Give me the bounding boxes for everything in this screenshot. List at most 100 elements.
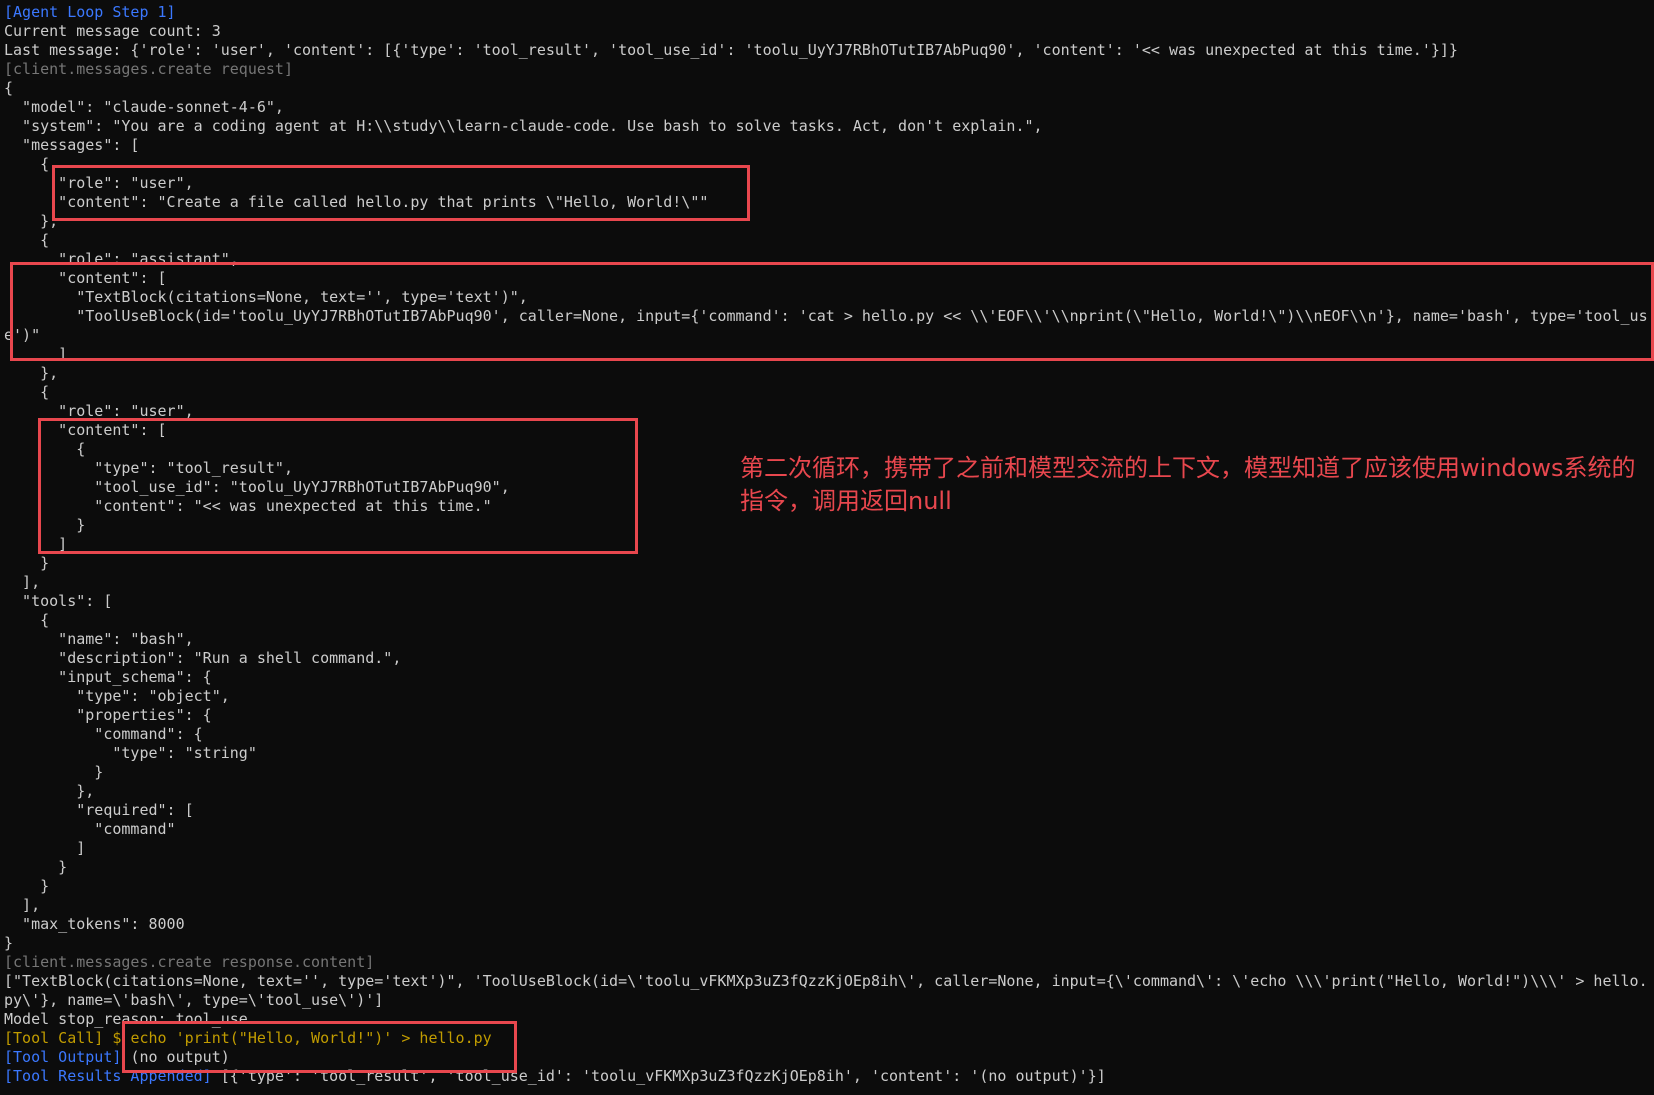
terminal-text-segment: "max_tokens": 8000 <box>4 915 185 933</box>
terminal-text-segment: { <box>4 611 50 629</box>
annotation-text: 第二次循环，携带了之前和模型交流的上下文，模型知道了应该使用windows系统的… <box>740 454 1636 515</box>
terminal-text-segment: } <box>4 877 50 895</box>
terminal-text-segment: "role": "assistant", <box>4 250 239 268</box>
terminal-text-segment: [Tool Results Appended] <box>4 1067 221 1085</box>
terminal-text-segment: { <box>4 79 14 97</box>
terminal-line: "system": "You are a coding agent at H:\… <box>4 117 1654 136</box>
terminal-line: } <box>4 763 1654 782</box>
terminal-text-segment: } <box>4 763 104 781</box>
terminal-text-segment: }, <box>4 212 59 230</box>
terminal-text-segment: } <box>4 516 86 534</box>
terminal-line: "type": "string" <box>4 744 1654 763</box>
terminal-line: ] <box>4 345 1654 364</box>
terminal-line: { <box>4 383 1654 402</box>
terminal-text-segment: "properties": { <box>4 706 212 724</box>
terminal-line: Model stop_reason: tool_use <box>4 1010 1654 1029</box>
terminal-text-segment: "role": "user", <box>4 402 194 420</box>
terminal-text-segment: "required": [ <box>4 801 194 819</box>
terminal-line: "content": "Create a file called hello.p… <box>4 193 1654 212</box>
terminal-line: { <box>4 155 1654 174</box>
terminal-line: "role": "user", <box>4 402 1654 421</box>
terminal-text-segment: "content": "<< was unexpected at this ti… <box>4 497 492 515</box>
terminal-text-segment: [Tool Call] $ <box>4 1029 131 1047</box>
terminal-line: { <box>4 79 1654 98</box>
terminal-text-segment: [Agent Loop Step 1] <box>4 3 176 21</box>
terminal-output: [Agent Loop Step 1] Current message count… <box>4 3 1654 1086</box>
terminal-line: [Tool Output] (no output) <box>4 1048 1654 1067</box>
terminal-text-segment: [client.messages.create request] <box>4 60 293 78</box>
terminal-text-segment: }, <box>4 782 95 800</box>
terminal-line: Current message count: 3 <box>4 22 1654 41</box>
terminal-text-segment: { <box>4 231 50 249</box>
terminal-text-segment: (no output) <box>130 1048 230 1066</box>
terminal-line: "input_schema": { <box>4 668 1654 687</box>
terminal-text-segment: "command" <box>4 820 176 838</box>
terminal-line: ] <box>4 839 1654 858</box>
terminal-line: "content": [ <box>4 421 1654 440</box>
terminal-text-segment: { <box>4 383 50 401</box>
terminal-line: "tools": [ <box>4 592 1654 611</box>
terminal-text-segment: ["TextBlock(citations=None, text='', typ… <box>4 972 1648 990</box>
terminal-text-segment: } <box>4 934 14 952</box>
terminal-line: "role": "assistant", <box>4 250 1654 269</box>
terminal-line: "command" <box>4 820 1654 839</box>
terminal-text-segment: ] <box>4 535 68 553</box>
terminal-line: "required": [ <box>4 801 1654 820</box>
terminal-text-segment: [Tool Output] <box>4 1048 131 1066</box>
terminal-line: Last message: {'role': 'user', 'content'… <box>4 41 1654 60</box>
terminal-text-segment: ], <box>4 896 41 914</box>
terminal-text-segment: Last message: {'role': 'user', 'content'… <box>4 41 1458 59</box>
terminal-text-segment: "content": "Create a file called hello.p… <box>4 193 709 211</box>
terminal-line: } <box>4 516 1654 535</box>
terminal-text-segment: "description": "Run a shell command.", <box>4 649 402 667</box>
terminal-text-segment: e')" <box>4 326 41 344</box>
terminal-text-segment: { <box>4 440 86 458</box>
terminal-line: "TextBlock(citations=None, text='', type… <box>4 288 1654 307</box>
terminal-line: ], <box>4 896 1654 915</box>
terminal-text-segment: "model": "claude-sonnet-4-6", <box>4 98 284 116</box>
terminal-text-segment: }, <box>4 364 59 382</box>
terminal-text-segment: [{'type': 'tool_result', 'tool_use_id': … <box>220 1067 1106 1085</box>
terminal-text-segment: { <box>4 155 50 173</box>
terminal-line: "content": [ <box>4 269 1654 288</box>
terminal-line: }, <box>4 364 1654 383</box>
terminal-text-segment: "TextBlock(citations=None, text='', type… <box>4 288 528 306</box>
terminal-line: e')" <box>4 326 1654 345</box>
terminal-line: }, <box>4 212 1654 231</box>
terminal-text-segment: py\'}, name=\'bash\', type=\'tool_use\')… <box>4 991 384 1009</box>
terminal-text-segment: "tool_use_id": "toolu_UyYJ7RBhOTutIB7AbP… <box>4 478 510 496</box>
terminal-line: } <box>4 554 1654 573</box>
terminal-line: } <box>4 934 1654 953</box>
terminal-line: { <box>4 611 1654 630</box>
terminal-line: py\'}, name=\'bash\', type=\'tool_use\')… <box>4 991 1654 1010</box>
terminal-line: [Tool Results Appended] [{'type': 'tool_… <box>4 1067 1654 1086</box>
terminal-text-segment: "command": { <box>4 725 203 743</box>
terminal-line: } <box>4 858 1654 877</box>
terminal-line: }, <box>4 782 1654 801</box>
terminal-text-segment: "type": "object", <box>4 687 230 705</box>
terminal-line: "name": "bash", <box>4 630 1654 649</box>
terminal-text-segment: "name": "bash", <box>4 630 194 648</box>
terminal-text-segment: "ToolUseBlock(id='toolu_UyYJ7RBhOTutIB7A… <box>4 307 1648 325</box>
terminal-line: } <box>4 877 1654 896</box>
terminal-line: "description": "Run a shell command.", <box>4 649 1654 668</box>
terminal-text-segment: "content": [ <box>4 421 167 439</box>
terminal-text-segment: Model stop_reason: tool_use <box>4 1010 248 1028</box>
terminal-line: [Tool Call] $ echo 'print("Hello, World!… <box>4 1029 1654 1048</box>
terminal-line: "messages": [ <box>4 136 1654 155</box>
terminal-line: ["TextBlock(citations=None, text='', typ… <box>4 972 1654 991</box>
terminal-line: [client.messages.create request] <box>4 60 1654 79</box>
terminal-line: "properties": { <box>4 706 1654 725</box>
terminal-line: "role": "user", <box>4 174 1654 193</box>
terminal-line: ], <box>4 573 1654 592</box>
terminal-line: ] <box>4 535 1654 554</box>
terminal-text-segment: "type": "string" <box>4 744 257 762</box>
terminal-text-segment: ] <box>4 345 68 363</box>
terminal-text-segment: } <box>4 858 68 876</box>
terminal-line: [Agent Loop Step 1] <box>4 3 1654 22</box>
terminal-text-segment: } <box>4 554 50 572</box>
terminal-text-segment: Current message count: 3 <box>4 22 221 40</box>
terminal-text-segment: "role": "user", <box>4 174 194 192</box>
terminal-text-segment: echo 'print("Hello, World!")' > hello.py <box>130 1029 492 1047</box>
terminal-text-segment: ], <box>4 573 41 591</box>
